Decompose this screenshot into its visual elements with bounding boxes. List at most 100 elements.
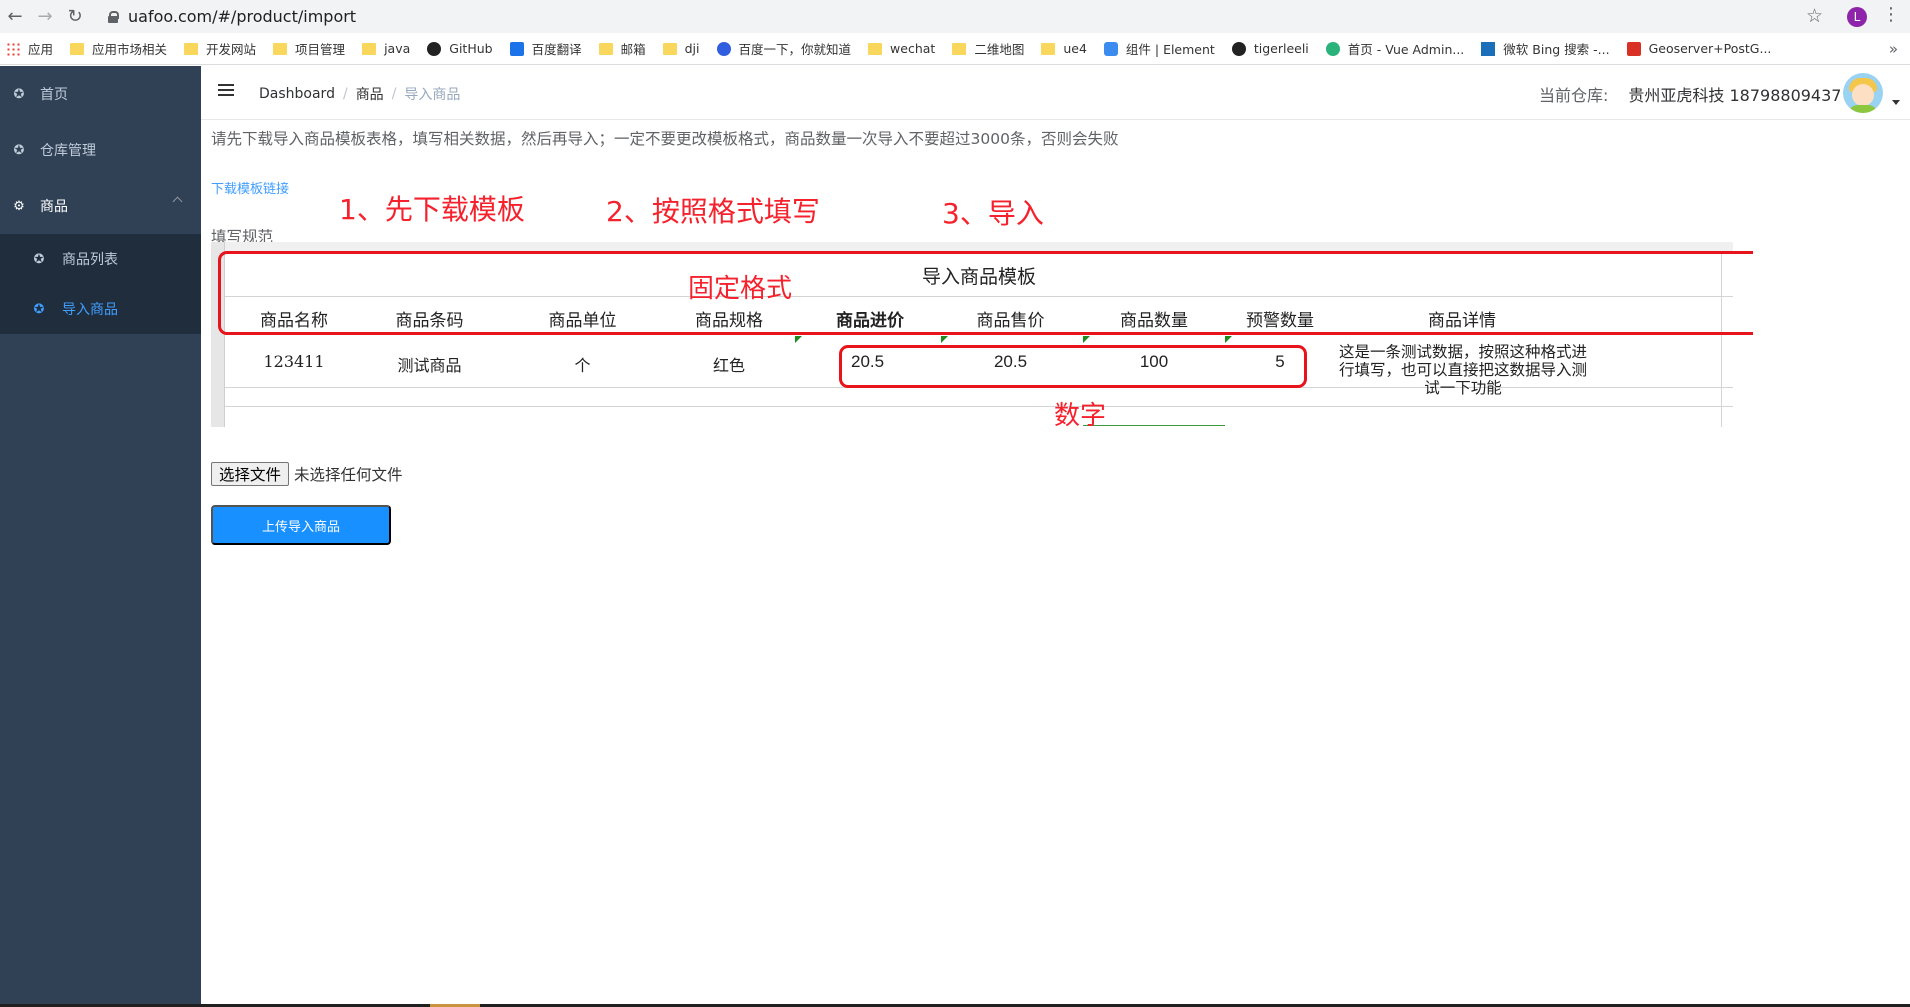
bookmark-item[interactable]: 开发网站	[184, 39, 256, 58]
bookmark-label: wechat	[890, 41, 936, 56]
sidebar-item-product-list[interactable]: ✪ 商品列表	[0, 234, 201, 284]
bookmark-label: tigerleeli	[1253, 41, 1309, 56]
github-icon	[427, 41, 442, 56]
bookmark-label: 项目管理	[295, 42, 346, 57]
sidebar-item-label: 商品列表	[62, 252, 118, 268]
geoserver-icon	[1626, 41, 1641, 56]
baidu-icon	[716, 41, 731, 56]
apps-icon	[6, 41, 20, 56]
bookmark-item[interactable]: wechat	[868, 41, 935, 56]
bookmark-item[interactable]: 应用	[6, 39, 53, 58]
bookmark-item[interactable]: 组件 | Element	[1103, 39, 1215, 58]
bookmark-label: 百度一下，你就知道	[738, 42, 852, 57]
folder-icon	[868, 42, 883, 55]
folder-icon	[362, 42, 377, 55]
address-bar[interactable]: uafoo.com/#/product/import	[100, 3, 1770, 30]
bookmark-item[interactable]: GitHub	[427, 41, 493, 56]
caret-down-icon[interactable]	[1892, 100, 1900, 105]
template-data-cell: 红色	[712, 356, 745, 375]
star-icon[interactable]: ☆	[1806, 5, 1823, 27]
bookmarks-more-icon[interactable]: »	[1889, 40, 1898, 58]
sidebar-item-label: 商品	[40, 199, 68, 215]
bookmarks-bar: 应用 应用市场相关 开发网站 项目管理 java GitHub 百度翻译 邮箱 dji 百度一下，…	[0, 33, 1910, 65]
bookmark-item[interactable]: Geoserver+PostG...	[1626, 41, 1772, 56]
breadcrumb-product[interactable]: 商品	[356, 84, 384, 104]
file-input: 选择文件 未选择任何文件	[211, 462, 403, 486]
bing-icon	[1481, 41, 1496, 56]
breadcrumb: Dashboard / 商品 / 导入商品	[259, 84, 460, 104]
profile-avatar[interactable]: L	[1847, 7, 1867, 27]
template-data-cell: 123411	[263, 352, 325, 371]
folder-icon	[273, 42, 288, 55]
chevron-up-icon	[172, 196, 183, 207]
breadcrumb-separator: /	[391, 86, 397, 102]
folder-icon	[1041, 42, 1056, 55]
template-data-cell: 个	[574, 356, 591, 375]
folder-icon	[70, 42, 85, 55]
number-fields-highlight	[839, 345, 1307, 388]
annotation-step1: 1、先下载模板	[339, 193, 525, 226]
bookmark-label: 应用市场相关	[92, 42, 168, 57]
bookmark-label: ue4	[1063, 41, 1087, 56]
folder-icon	[184, 42, 199, 55]
browser-toolbar: ← → ↻ uafoo.com/#/product/import ☆ L ⋮	[0, 0, 1910, 33]
bookmark-item[interactable]: java	[362, 41, 410, 56]
sidebar-item-import-product[interactable]: ✪ 导入商品	[0, 284, 201, 334]
annotation-number: 数字	[1054, 401, 1107, 431]
element-icon	[1103, 41, 1118, 56]
breadcrumb-import: 导入商品	[404, 87, 461, 103]
sidebar-item-warehouse[interactable]: ✪ 仓库管理	[0, 122, 201, 178]
sidebar-item-label: 首页	[40, 87, 68, 103]
bookmark-label: 开发网站	[206, 42, 257, 57]
bookmark-label: 微软 Bing 搜索 -...	[1503, 42, 1610, 57]
bookmark-item[interactable]: 微软 Bing 搜索 -...	[1481, 39, 1610, 58]
bookmark-item[interactable]: 二维地图	[952, 39, 1024, 58]
template-data-cell: 测试商品	[397, 356, 462, 375]
github-icon	[1231, 41, 1246, 56]
annotation-fixed-format: 固定格式	[688, 274, 793, 304]
sidebar-item-product[interactable]: ⚙ 商品	[0, 178, 201, 234]
back-icon[interactable]: ←	[2, 4, 28, 30]
hamburger-icon[interactable]	[218, 84, 234, 98]
bookmark-item[interactable]: dji	[662, 41, 700, 56]
bookmark-item[interactable]: ue4	[1041, 41, 1087, 56]
dashboard-icon: ✪	[13, 142, 25, 158]
user-avatar[interactable]	[1843, 73, 1883, 113]
upload-import-button[interactable]: 上传导入商品	[211, 505, 391, 545]
bookmark-item[interactable]: 应用市场相关	[70, 39, 167, 58]
bookmark-item[interactable]: 百度翻译	[509, 39, 582, 58]
breadcrumb-dashboard[interactable]: Dashboard	[259, 86, 335, 102]
sidebar-item-label: 仓库管理	[40, 143, 96, 159]
bookmark-label: 邮箱	[620, 42, 646, 57]
bookmark-item[interactable]: tigerleeli	[1231, 41, 1309, 56]
bookmark-label: 应用	[28, 42, 54, 57]
gear-icon: ⚙	[13, 198, 25, 214]
kebab-menu-icon[interactable]: ⋮	[1882, 4, 1900, 25]
vue-icon	[1325, 41, 1340, 56]
bookmark-label: 首页 - Vue Admin...	[1347, 42, 1465, 57]
folder-icon	[598, 42, 613, 55]
fixed-format-highlight	[218, 251, 1753, 335]
bookmark-label: 组件 | Element	[1125, 42, 1215, 57]
sidebar: ✪ 首页 ✪ 仓库管理 ⚙ 商品 ✪ 商品列表 ✪ 导入商品	[0, 66, 201, 1007]
bookmark-item[interactable]: 项目管理	[273, 39, 345, 58]
dashboard-icon: ✪	[13, 86, 25, 102]
bookmark-item[interactable]: 邮箱	[598, 39, 646, 58]
bookmark-item[interactable]: 首页 - Vue Admin...	[1325, 39, 1465, 58]
template-description-cell: 这是一条测试数据，按照这种格式进行填写，也可以直接把这数据导入测试一下功能	[1338, 343, 1587, 397]
sidebar-item-home[interactable]: ✪ 首页	[0, 66, 201, 122]
choose-file-button[interactable]: 选择文件	[211, 462, 290, 486]
bookmark-label: 二维地图	[974, 42, 1025, 57]
translate-icon	[509, 41, 524, 56]
import-notice: 请先下载导入商品模板表格，填写相关数据，然后再导入；一定不要更改模板格式，商品数…	[211, 130, 1119, 148]
warehouse-value: 贵州亚虎科技 18798809437	[1628, 86, 1842, 105]
bookmark-label: 百度翻译	[531, 42, 582, 57]
dashboard-icon: ✪	[33, 301, 45, 317]
download-template-link[interactable]: 下载模板链接	[211, 178, 289, 197]
reload-icon[interactable]: ↻	[62, 4, 88, 30]
annotation-step3: 3、导入	[942, 197, 1044, 230]
forward-icon[interactable]: →	[32, 4, 58, 30]
product-submenu: ✪ 商品列表 ✪ 导入商品	[0, 234, 201, 334]
bookmark-label: Geoserver+PostG...	[1648, 41, 1772, 56]
bookmark-item[interactable]: 百度一下，你就知道	[716, 39, 852, 58]
